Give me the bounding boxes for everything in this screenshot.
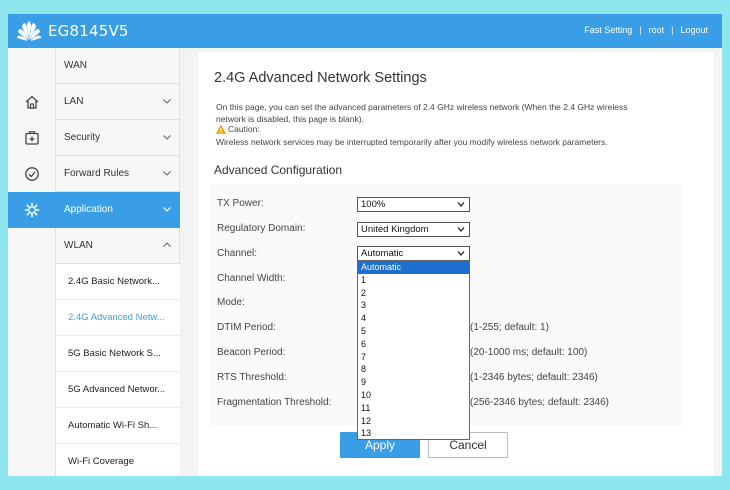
menu-item-forward-rules[interactable]: Forward Rules	[56, 156, 180, 192]
channel-option[interactable]: 6	[358, 338, 469, 351]
home-icon	[25, 95, 39, 109]
menu-item-label: WAN	[64, 60, 87, 71]
caution-label: Caution:	[228, 124, 260, 134]
channel-width-label: Channel Width:	[217, 273, 286, 284]
rts-threshold-hint: (1-2346 bytes; default: 2346)	[470, 372, 598, 383]
menu-item-label: LAN	[64, 96, 84, 107]
menu-item-wan[interactable]: WAN	[56, 48, 180, 84]
channel-option[interactable]: 5	[358, 325, 469, 338]
logout-link[interactable]: Logout	[680, 25, 708, 35]
settings-nav[interactable]	[8, 192, 56, 228]
gear-icon	[24, 202, 40, 218]
chevron-down-icon	[457, 202, 465, 207]
user-link[interactable]: root	[649, 25, 665, 35]
caution-text: Wireless network services may be interru…	[216, 137, 608, 147]
link-separator: |	[671, 25, 674, 35]
sub-item-wifi-coverage[interactable]: Wi-Fi Coverage	[56, 444, 180, 480]
channel-label: Channel:	[217, 248, 258, 259]
home-nav[interactable]	[8, 84, 56, 120]
tx-power-value: 100%	[361, 199, 386, 210]
section-title: Advanced Configuration	[214, 163, 343, 177]
page-title: 2.4G Advanced Network Settings	[214, 70, 427, 86]
channel-option[interactable]: 1	[358, 274, 469, 287]
bottom-band	[0, 476, 730, 490]
content-panel: 2.4G Advanced Network Settings On this p…	[198, 52, 714, 476]
huawei-logo-icon	[17, 21, 41, 41]
channel-option[interactable]: 13	[358, 427, 469, 440]
channel-option[interactable]: 10	[358, 389, 469, 402]
channel-option[interactable]: Automatic	[358, 261, 469, 274]
brand-name: EG8145V5	[48, 22, 129, 40]
chevron-down-icon	[163, 135, 171, 140]
header-bar: EG8145V5 Fast Setting | root | Logout	[8, 14, 722, 48]
link-separator: |	[639, 25, 642, 35]
regulatory-domain-label: Regulatory Domain:	[217, 223, 306, 234]
dtim-period-label: DTIM Period:	[217, 322, 276, 333]
channel-option[interactable]: 2	[358, 287, 469, 300]
regulatory-domain-value: United Kingdom	[361, 224, 429, 235]
sub-item-5g-basic[interactable]: 5G Basic Network S...	[56, 336, 180, 372]
top-band	[0, 0, 730, 14]
channel-option[interactable]: 7	[358, 351, 469, 364]
channel-value: Automatic	[361, 248, 404, 259]
channel-select[interactable]: Automatic	[357, 246, 470, 261]
channel-option[interactable]: 9	[358, 376, 469, 389]
channel-option[interactable]: 12	[358, 415, 469, 428]
menu-item-lan[interactable]: LAN	[56, 84, 180, 120]
icon-sidebar	[8, 48, 56, 476]
warning-icon	[216, 124, 226, 134]
fast-setting-link[interactable]: Fast Setting	[584, 25, 632, 35]
sub-item-5g-advanced[interactable]: 5G Advanced Networ...	[56, 372, 180, 408]
menu-item-label: Security	[64, 132, 101, 143]
chevron-down-icon	[163, 171, 171, 176]
mode-label: Mode:	[217, 297, 245, 308]
menu-item-wlan[interactable]: WLAN	[56, 228, 180, 264]
regulatory-domain-select[interactable]: United Kingdom	[357, 222, 470, 237]
sub-item-2g-advanced[interactable]: 2.4G Advanced Netw...	[56, 300, 180, 336]
chevron-down-icon	[457, 227, 465, 232]
chevron-down-icon	[163, 207, 171, 212]
menu-item-label: Forward Rules	[64, 168, 130, 179]
channel-option[interactable]: 8	[358, 363, 469, 376]
rts-threshold-label: RTS Threshold:	[217, 372, 287, 383]
fragmentation-threshold-hint: (256-2346 bytes; default: 2346)	[470, 397, 609, 408]
sub-item-2g-basic[interactable]: 2.4G Basic Network...	[56, 264, 180, 300]
chevron-up-icon	[163, 242, 171, 247]
channel-option[interactable]: 11	[358, 402, 469, 415]
advanced-nav[interactable]	[8, 120, 56, 156]
chevron-down-icon	[163, 99, 171, 104]
menu-item-security[interactable]: Security	[56, 120, 180, 156]
tx-power-select[interactable]: 100%	[357, 197, 470, 212]
caution-row: Caution:	[216, 124, 260, 134]
beacon-period-hint: (20-1000 ms; default: 100)	[470, 347, 588, 358]
add-box-icon	[25, 131, 39, 145]
check-circle-icon	[25, 167, 39, 181]
top-links: Fast Setting | root | Logout	[584, 25, 708, 35]
dtim-period-hint: (1-255; default: 1)	[470, 322, 549, 333]
menu-item-label: WLAN	[64, 240, 93, 251]
fragmentation-threshold-label: Fragmentation Threshold:	[217, 397, 332, 408]
menu-item-application[interactable]: Application	[56, 192, 180, 228]
tx-power-label: TX Power:	[217, 198, 264, 209]
maintenance-nav[interactable]	[8, 156, 56, 192]
channel-option[interactable]: 4	[358, 312, 469, 325]
channel-option[interactable]: 3	[358, 299, 469, 312]
page-description: On this page, you can set the advanced p…	[216, 102, 628, 124]
menu-item-label: Application	[64, 204, 113, 215]
nav-menu: WAN LAN Security Forward Rules Applicati…	[56, 48, 180, 480]
channel-dropdown-list[interactable]: Automatic 1 2 3 4 5 6 7 8 9 10 11 12 13	[357, 260, 470, 440]
chevron-down-icon	[457, 251, 465, 256]
sub-item-auto-wifi-share[interactable]: Automatic Wi-Fi Sh...	[56, 408, 180, 444]
beacon-period-label: Beacon Period:	[217, 347, 286, 358]
